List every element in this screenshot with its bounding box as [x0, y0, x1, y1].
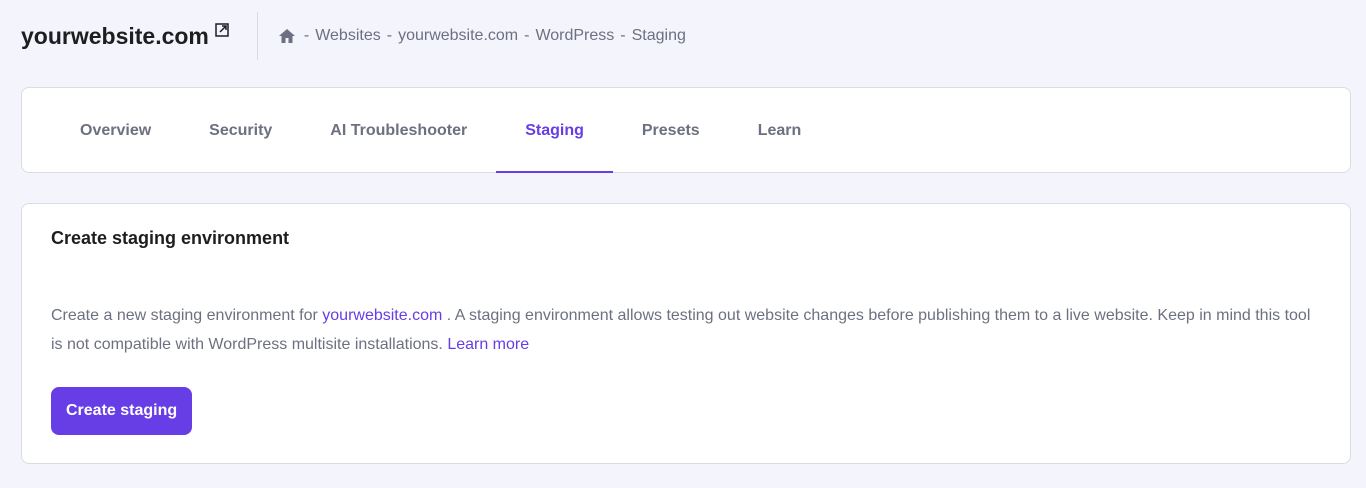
breadcrumb-wordpress[interactable]: WordPress: [535, 27, 614, 45]
card-title: Create staging environment: [51, 228, 290, 248]
site-link[interactable]: yourwebsite.com: [322, 307, 442, 324]
breadcrumb-site[interactable]: yourwebsite.com: [398, 27, 518, 45]
card-description: Create a new staging environment for you…: [51, 301, 1321, 359]
breadcrumb-websites[interactable]: Websites: [315, 27, 381, 45]
divider: [256, 12, 258, 60]
page-header: yourwebsite.com - Websites - yourwebsite…: [21, 12, 692, 60]
tab-presets[interactable]: Presets: [613, 88, 729, 173]
learn-more-link[interactable]: Learn more: [447, 336, 529, 353]
breadcrumb: - Websites - yourwebsite.com - WordPress…: [278, 27, 692, 45]
breadcrumb-separator: -: [524, 27, 530, 44]
home-icon[interactable]: [278, 27, 296, 45]
tab-bar: Overview Security AI Troubleshooter Stag…: [21, 87, 1351, 173]
breadcrumb-staging: Staging: [631, 27, 686, 44]
tab-staging[interactable]: Staging: [496, 88, 613, 173]
tab-ai-troubleshooter[interactable]: AI Troubleshooter: [301, 88, 496, 173]
description-text: Create a new staging environment for: [51, 307, 323, 324]
create-staging-card: Create staging environment Create a new …: [21, 203, 1351, 464]
tab-overview[interactable]: Overview: [51, 88, 180, 173]
tab-security[interactable]: Security: [180, 88, 301, 173]
create-staging-button[interactable]: Create staging: [51, 387, 193, 435]
tab-learn[interactable]: Learn: [729, 88, 831, 173]
breadcrumb-separator: -: [620, 27, 626, 44]
breadcrumb-separator: -: [386, 27, 393, 44]
site-title: yourwebsite.com: [21, 22, 209, 49]
external-link-icon[interactable]: [215, 23, 229, 37]
breadcrumb-separator: -: [303, 27, 310, 44]
